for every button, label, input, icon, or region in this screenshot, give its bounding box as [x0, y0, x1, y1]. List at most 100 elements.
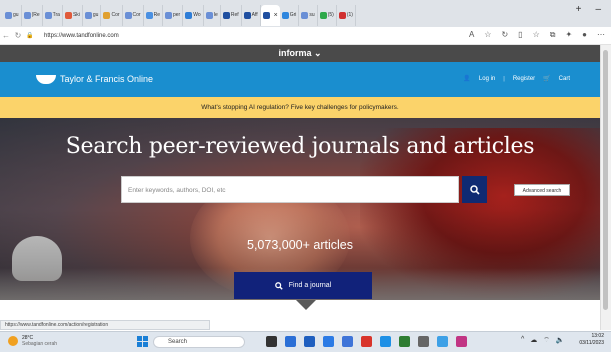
tab-favicon-icon	[281, 11, 289, 19]
minimize-button[interactable]: –	[595, 4, 601, 15]
more-icon[interactable]: ⋯	[597, 30, 605, 40]
search-input[interactable]: Enter keywords, authors, DOI, etc	[121, 176, 459, 203]
close-tab-icon[interactable]: ×	[274, 12, 278, 19]
tab-favicon-icon	[338, 11, 346, 19]
hero-pointer-arrow	[296, 300, 316, 310]
clock-date: 03/11/2023	[579, 340, 604, 346]
informa-bar[interactable]: informa ⌄	[0, 45, 600, 62]
browser-tab[interactable]: Wo	[183, 4, 204, 26]
tab-label: (Re	[31, 12, 40, 18]
photos-icon[interactable]	[437, 336, 448, 347]
tab-favicon-icon	[185, 11, 193, 19]
store-icon[interactable]	[342, 336, 353, 347]
tab-favicon-icon	[165, 11, 172, 19]
system-tray: ^ ☁ ⌔ 🔈	[521, 336, 565, 345]
address-bar: ← ↻ 🔒 https://www.tandfonline.com A ☆ ↻ …	[0, 27, 611, 45]
wifi-icon[interactable]: ⌔	[543, 336, 550, 345]
new-tab-button[interactable]: +	[576, 4, 582, 15]
collections-icon[interactable]: ⧉	[550, 30, 556, 40]
advanced-search-button[interactable]: Advanced search	[514, 184, 570, 196]
taskbar-apps	[266, 336, 467, 347]
settings-icon[interactable]	[418, 336, 429, 347]
split-screen-icon[interactable]: ▯	[518, 30, 522, 40]
browser-tab[interactable]: Aff	[242, 4, 261, 26]
browser-tab[interactable]: per	[163, 4, 184, 26]
tab-favicon-icon	[124, 11, 132, 19]
files-icon[interactable]	[304, 336, 315, 347]
tab-label: Aff	[251, 12, 258, 18]
browser-tab[interactable]: Tra	[43, 4, 63, 26]
taskbar-clock[interactable]: 13:02 03/11/2023	[568, 333, 604, 347]
browser-tab[interactable]: Cor	[123, 4, 144, 26]
tab-label: Gri	[289, 12, 297, 18]
browser-tab[interactable]: Cor	[101, 4, 123, 26]
browser-tab[interactable]: gu	[3, 4, 22, 26]
browser-tab[interactable]: (5)	[318, 4, 337, 26]
volume-icon[interactable]: 🔈	[556, 336, 565, 345]
instagram-icon[interactable]	[456, 336, 467, 347]
mcafee-icon[interactable]	[361, 336, 372, 347]
word-icon[interactable]	[323, 336, 334, 347]
browser-tab[interactable]: Ref	[221, 4, 242, 26]
tab-label: per	[173, 12, 181, 18]
tab-favicon-icon	[222, 11, 230, 19]
favorites-bar-icon[interactable]: ☆	[533, 30, 540, 40]
tab-favicon-icon	[319, 11, 327, 19]
back-icon[interactable]: ←	[0, 31, 12, 40]
task-view-icon[interactable]	[266, 336, 277, 347]
tab-favicon-icon	[145, 11, 153, 19]
user-icon: 👤	[463, 76, 471, 82]
browser-toolbar-icons: A ☆ ↻ ▯ ☆ ⧉ ✦ ● ⋯	[469, 30, 605, 40]
browser-tab[interactable]: Ie	[204, 4, 221, 26]
find-journal-label: Find a journal	[288, 282, 332, 289]
tab-label: Ski	[72, 12, 80, 18]
search-icon	[274, 281, 283, 290]
logo-text: Taylor & Francis Online	[60, 74, 154, 84]
cart-link[interactable]: Cart	[559, 76, 570, 82]
browser-app-icon[interactable]	[380, 336, 391, 347]
announcement-banner[interactable]: What's stopping AI regulation? Five key …	[0, 97, 600, 118]
login-link[interactable]: Log in	[479, 76, 495, 82]
edge-icon[interactable]	[285, 336, 296, 347]
url-field[interactable]: https://www.tandfonline.com	[44, 33, 119, 39]
browser-tab[interactable]: (Re	[22, 4, 43, 26]
tab-favicon-icon	[84, 11, 92, 19]
browser-tab[interactable]: Re	[144, 4, 163, 26]
article-count: 5,073,000+ articles	[247, 238, 353, 252]
browser-tab[interactable]: (1)	[337, 4, 356, 26]
scrollbar-thumb[interactable]	[603, 50, 608, 310]
status-bar-url: https://www.tandfonline.com/action/regis…	[0, 320, 210, 330]
refresh-extension-icon[interactable]: ↻	[501, 30, 508, 40]
lamp-logo-icon	[36, 74, 56, 84]
profile-icon[interactable]: ●	[582, 30, 587, 40]
cart-icon[interactable]: 🛒	[543, 75, 550, 82]
search-button[interactable]	[462, 176, 487, 203]
browser-tab[interactable]: Gri	[280, 4, 300, 26]
windows-start-icon[interactable]	[137, 336, 148, 347]
tab-label: (1)	[346, 12, 353, 18]
browser-tab[interactable]: gu	[83, 4, 102, 26]
browser-tab[interactable]: ×	[260, 4, 280, 26]
site-logo[interactable]: Taylor & Francis Online	[36, 74, 153, 84]
browser-tab[interactable]: su	[299, 4, 318, 26]
extensions-icon[interactable]: ✦	[565, 30, 572, 40]
divider: |	[503, 75, 505, 82]
browser-tab[interactable]: Ski	[63, 4, 83, 26]
tab-label: Ref	[230, 12, 239, 18]
cloud-icon[interactable]: ☁	[530, 336, 537, 345]
chevron-up-icon[interactable]: ^	[521, 336, 524, 345]
weather-widget[interactable]: 28°C Sebagian cerah	[8, 335, 57, 347]
tab-label: gu	[13, 12, 19, 18]
browser-tab-strip: gu (Re Tra Ski gu Cor Cor Re per Wo Ie Ref Aff × Gri su…	[0, 0, 611, 27]
find-journal-button[interactable]: Find a journal	[234, 272, 372, 299]
site-header: Taylor & Francis Online 👤 Log in | Regis…	[0, 62, 600, 97]
taskbar-search[interactable]: Search	[153, 336, 245, 348]
tab-label: su	[309, 12, 315, 18]
mail-icon[interactable]	[399, 336, 410, 347]
account-links: 👤 Log in | Register 🛒 Cart	[463, 75, 570, 83]
favorite-icon[interactable]: ☆	[484, 30, 491, 40]
register-link[interactable]: Register	[513, 76, 535, 82]
refresh-icon[interactable]: ↻	[12, 31, 24, 40]
weather-sun-icon	[8, 336, 18, 346]
read-aloud-icon[interactable]: A	[469, 30, 474, 40]
